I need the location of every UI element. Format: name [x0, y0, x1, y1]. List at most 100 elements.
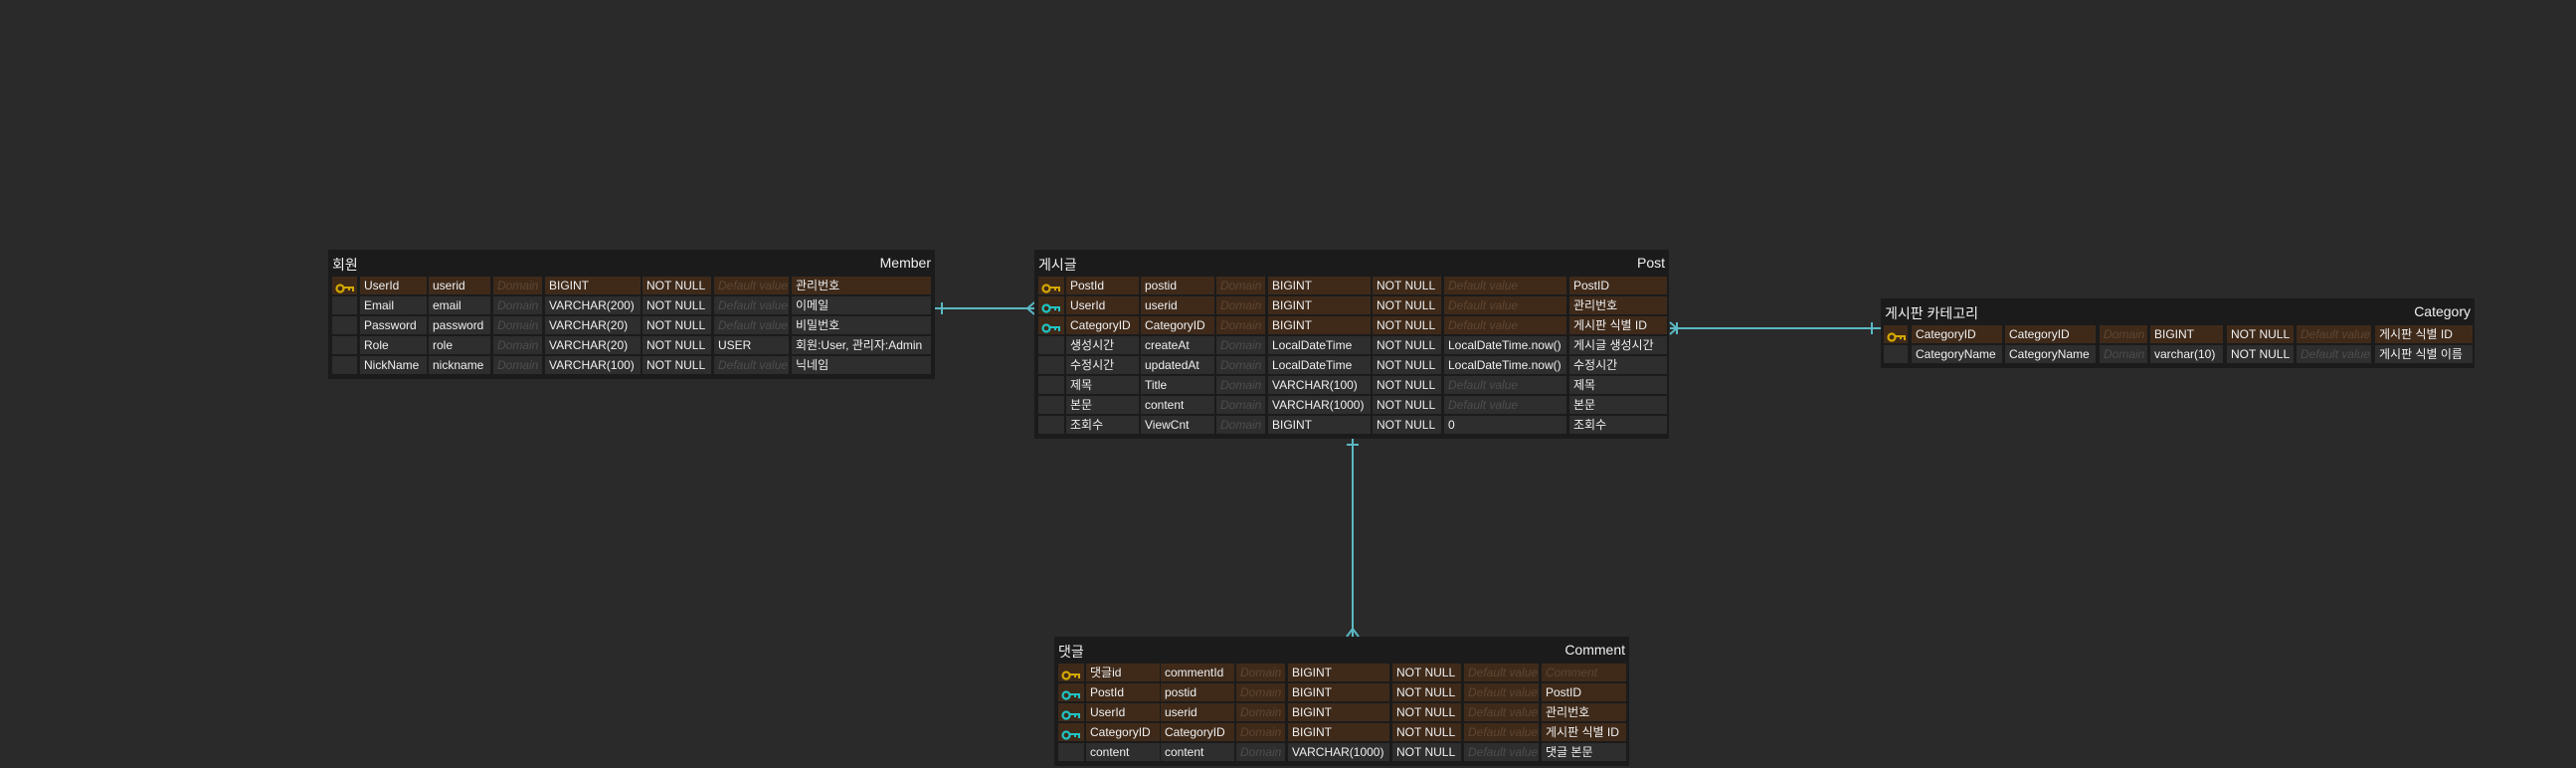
physical-cell[interactable]: userid: [1141, 296, 1214, 314]
logical-cell[interactable]: CategoryID: [1066, 316, 1139, 334]
null-cell[interactable]: NOT NULL: [1373, 316, 1441, 334]
default-cell[interactable]: Default value: [1464, 664, 1539, 681]
comment-cell[interactable]: 본문: [1569, 396, 1667, 414]
null-cell[interactable]: NOT NULL: [1373, 356, 1441, 374]
null-cell[interactable]: NOT NULL: [1392, 703, 1461, 721]
type-cell[interactable]: BIGINT: [1268, 296, 1371, 314]
table-comment[interactable]: 댓글 Comment 댓글id commentId Domain BIGINT NOT N…: [1054, 637, 1629, 766]
type-cell[interactable]: BIGINT: [2150, 325, 2223, 343]
null-cell[interactable]: NOT NULL: [1373, 416, 1441, 434]
logical-cell[interactable]: content: [1086, 743, 1160, 761]
domain-cell[interactable]: Domain: [1236, 683, 1285, 701]
domain-cell[interactable]: Domain: [1216, 277, 1265, 294]
physical-cell[interactable]: userid: [429, 277, 490, 294]
null-cell[interactable]: NOT NULL: [1392, 683, 1461, 701]
column-row[interactable]: 제목 Title Domain VARCHAR(100) NOT NULL Default…: [1034, 376, 1669, 394]
default-cell[interactable]: LocalDateTime.now(): [1444, 336, 1566, 354]
domain-cell[interactable]: Domain: [493, 316, 542, 334]
physical-cell[interactable]: content: [1161, 743, 1234, 761]
domain-cell[interactable]: Domain: [1216, 336, 1265, 354]
table-header[interactable]: 회원 Member: [328, 250, 935, 276]
relation-post-comment[interactable]: [1346, 438, 1360, 638]
type-cell[interactable]: VARCHAR(20): [545, 336, 641, 354]
physical-cell[interactable]: Title: [1141, 376, 1214, 394]
column-row[interactable]: Email email Domain VARCHAR(200) NOT NULL Defa…: [328, 296, 935, 314]
relation-member-post[interactable]: [935, 301, 1035, 315]
logical-cell[interactable]: CategoryName: [1912, 345, 2002, 363]
logical-cell[interactable]: UserId: [360, 277, 427, 294]
comment-cell[interactable]: 비밀번호: [792, 316, 931, 334]
table-member[interactable]: 회원 Member UserId userid Domain BIGINT NOT NUL…: [328, 250, 935, 379]
domain-cell[interactable]: Domain: [1216, 356, 1265, 374]
physical-cell[interactable]: ViewCnt: [1141, 416, 1214, 434]
null-cell[interactable]: NOT NULL: [1392, 723, 1461, 741]
comment-cell[interactable]: PostID: [1569, 277, 1667, 294]
default-cell[interactable]: Default value: [1444, 277, 1566, 294]
physical-cell[interactable]: postid: [1161, 683, 1234, 701]
default-cell[interactable]: Default value: [1464, 723, 1539, 741]
default-cell[interactable]: Default value: [714, 277, 789, 294]
comment-cell[interactable]: 닉네임: [792, 356, 931, 374]
type-cell[interactable]: LocalDateTime: [1268, 356, 1371, 374]
domain-cell[interactable]: Domain: [1236, 723, 1285, 741]
table-category[interactable]: 게시판 카테고리 Category CategoryID CategoryID Dom…: [1881, 298, 2475, 368]
table-header[interactable]: 게시글 Post: [1034, 250, 1669, 276]
logical-cell[interactable]: CategoryID: [1912, 325, 2002, 343]
logical-cell[interactable]: Role: [360, 336, 427, 354]
comment-cell[interactable]: 수정시간: [1569, 356, 1667, 374]
default-cell[interactable]: 0: [1444, 416, 1566, 434]
domain-cell[interactable]: Domain: [1216, 396, 1265, 414]
default-cell[interactable]: Default value: [714, 296, 789, 314]
domain-cell[interactable]: Domain: [1236, 664, 1285, 681]
null-cell[interactable]: NOT NULL: [2227, 325, 2294, 343]
default-cell[interactable]: USER: [714, 336, 789, 354]
physical-cell[interactable]: email: [429, 296, 490, 314]
physical-cell[interactable]: CategoryID: [1161, 723, 1234, 741]
default-cell[interactable]: Default value: [1444, 316, 1566, 334]
comment-cell[interactable]: 제목: [1569, 376, 1667, 394]
domain-cell[interactable]: Domain: [2100, 325, 2147, 343]
physical-cell[interactable]: createAt: [1141, 336, 1214, 354]
domain-cell[interactable]: Domain: [493, 356, 542, 374]
comment-cell[interactable]: 게시판 식별 이름: [2375, 345, 2473, 363]
physical-cell[interactable]: content: [1141, 396, 1214, 414]
type-cell[interactable]: VARCHAR(200): [545, 296, 641, 314]
comment-cell[interactable]: 이메일: [792, 296, 931, 314]
domain-cell[interactable]: Domain: [493, 277, 542, 294]
table-post[interactable]: 게시글 Post PostId postid Domain BIGINT NOT NULL…: [1034, 250, 1669, 439]
column-row[interactable]: content content Domain VARCHAR(1000) NOT NUL…: [1054, 743, 1629, 761]
physical-cell[interactable]: updatedAt: [1141, 356, 1214, 374]
physical-cell[interactable]: password: [429, 316, 490, 334]
null-cell[interactable]: NOT NULL: [1373, 396, 1441, 414]
domain-cell[interactable]: Domain: [493, 296, 542, 314]
column-row[interactable]: NickName nickname Domain VARCHAR(100) NOT NU…: [328, 356, 935, 374]
logical-cell[interactable]: 제목: [1066, 376, 1139, 394]
column-row[interactable]: Password password Domain VARCHAR(20) NOT NUL…: [328, 316, 935, 334]
type-cell[interactable]: BIGINT: [1288, 723, 1389, 741]
column-row[interactable]: PostId postid Domain BIGINT NOT NULL Default …: [1034, 277, 1669, 294]
physical-cell[interactable]: role: [429, 336, 490, 354]
domain-cell[interactable]: Domain: [1216, 376, 1265, 394]
logical-cell[interactable]: Email: [360, 296, 427, 314]
logical-cell[interactable]: Password: [360, 316, 427, 334]
type-cell[interactable]: BIGINT: [1288, 703, 1389, 721]
type-cell[interactable]: VARCHAR(1000): [1268, 396, 1371, 414]
column-row[interactable]: UserId userid Domain BIGINT NOT NULL Default …: [328, 277, 935, 294]
comment-cell[interactable]: 관리번호: [1542, 703, 1626, 721]
type-cell[interactable]: VARCHAR(1000): [1288, 743, 1389, 761]
default-cell[interactable]: Default value: [2297, 325, 2371, 343]
type-cell[interactable]: BIGINT: [545, 277, 641, 294]
logical-cell[interactable]: NickName: [360, 356, 427, 374]
default-cell[interactable]: Default value: [714, 356, 789, 374]
null-cell[interactable]: NOT NULL: [643, 356, 711, 374]
default-cell[interactable]: Default value: [1464, 703, 1539, 721]
physical-cell[interactable]: userid: [1161, 703, 1234, 721]
default-cell[interactable]: Default value: [1464, 743, 1539, 761]
type-cell[interactable]: VARCHAR(100): [1268, 376, 1371, 394]
logical-cell[interactable]: 생성시간: [1066, 336, 1139, 354]
domain-cell[interactable]: Domain: [1216, 296, 1265, 314]
column-row[interactable]: CategoryID CategoryID Domain BIGINT NOT NULL…: [1054, 723, 1629, 741]
column-row[interactable]: CategoryName CategoryName Domain varchar(10…: [1881, 345, 2475, 363]
comment-cell[interactable]: 회원:User, 관리자:Admin: [792, 336, 931, 354]
default-cell[interactable]: Default value: [1444, 396, 1566, 414]
